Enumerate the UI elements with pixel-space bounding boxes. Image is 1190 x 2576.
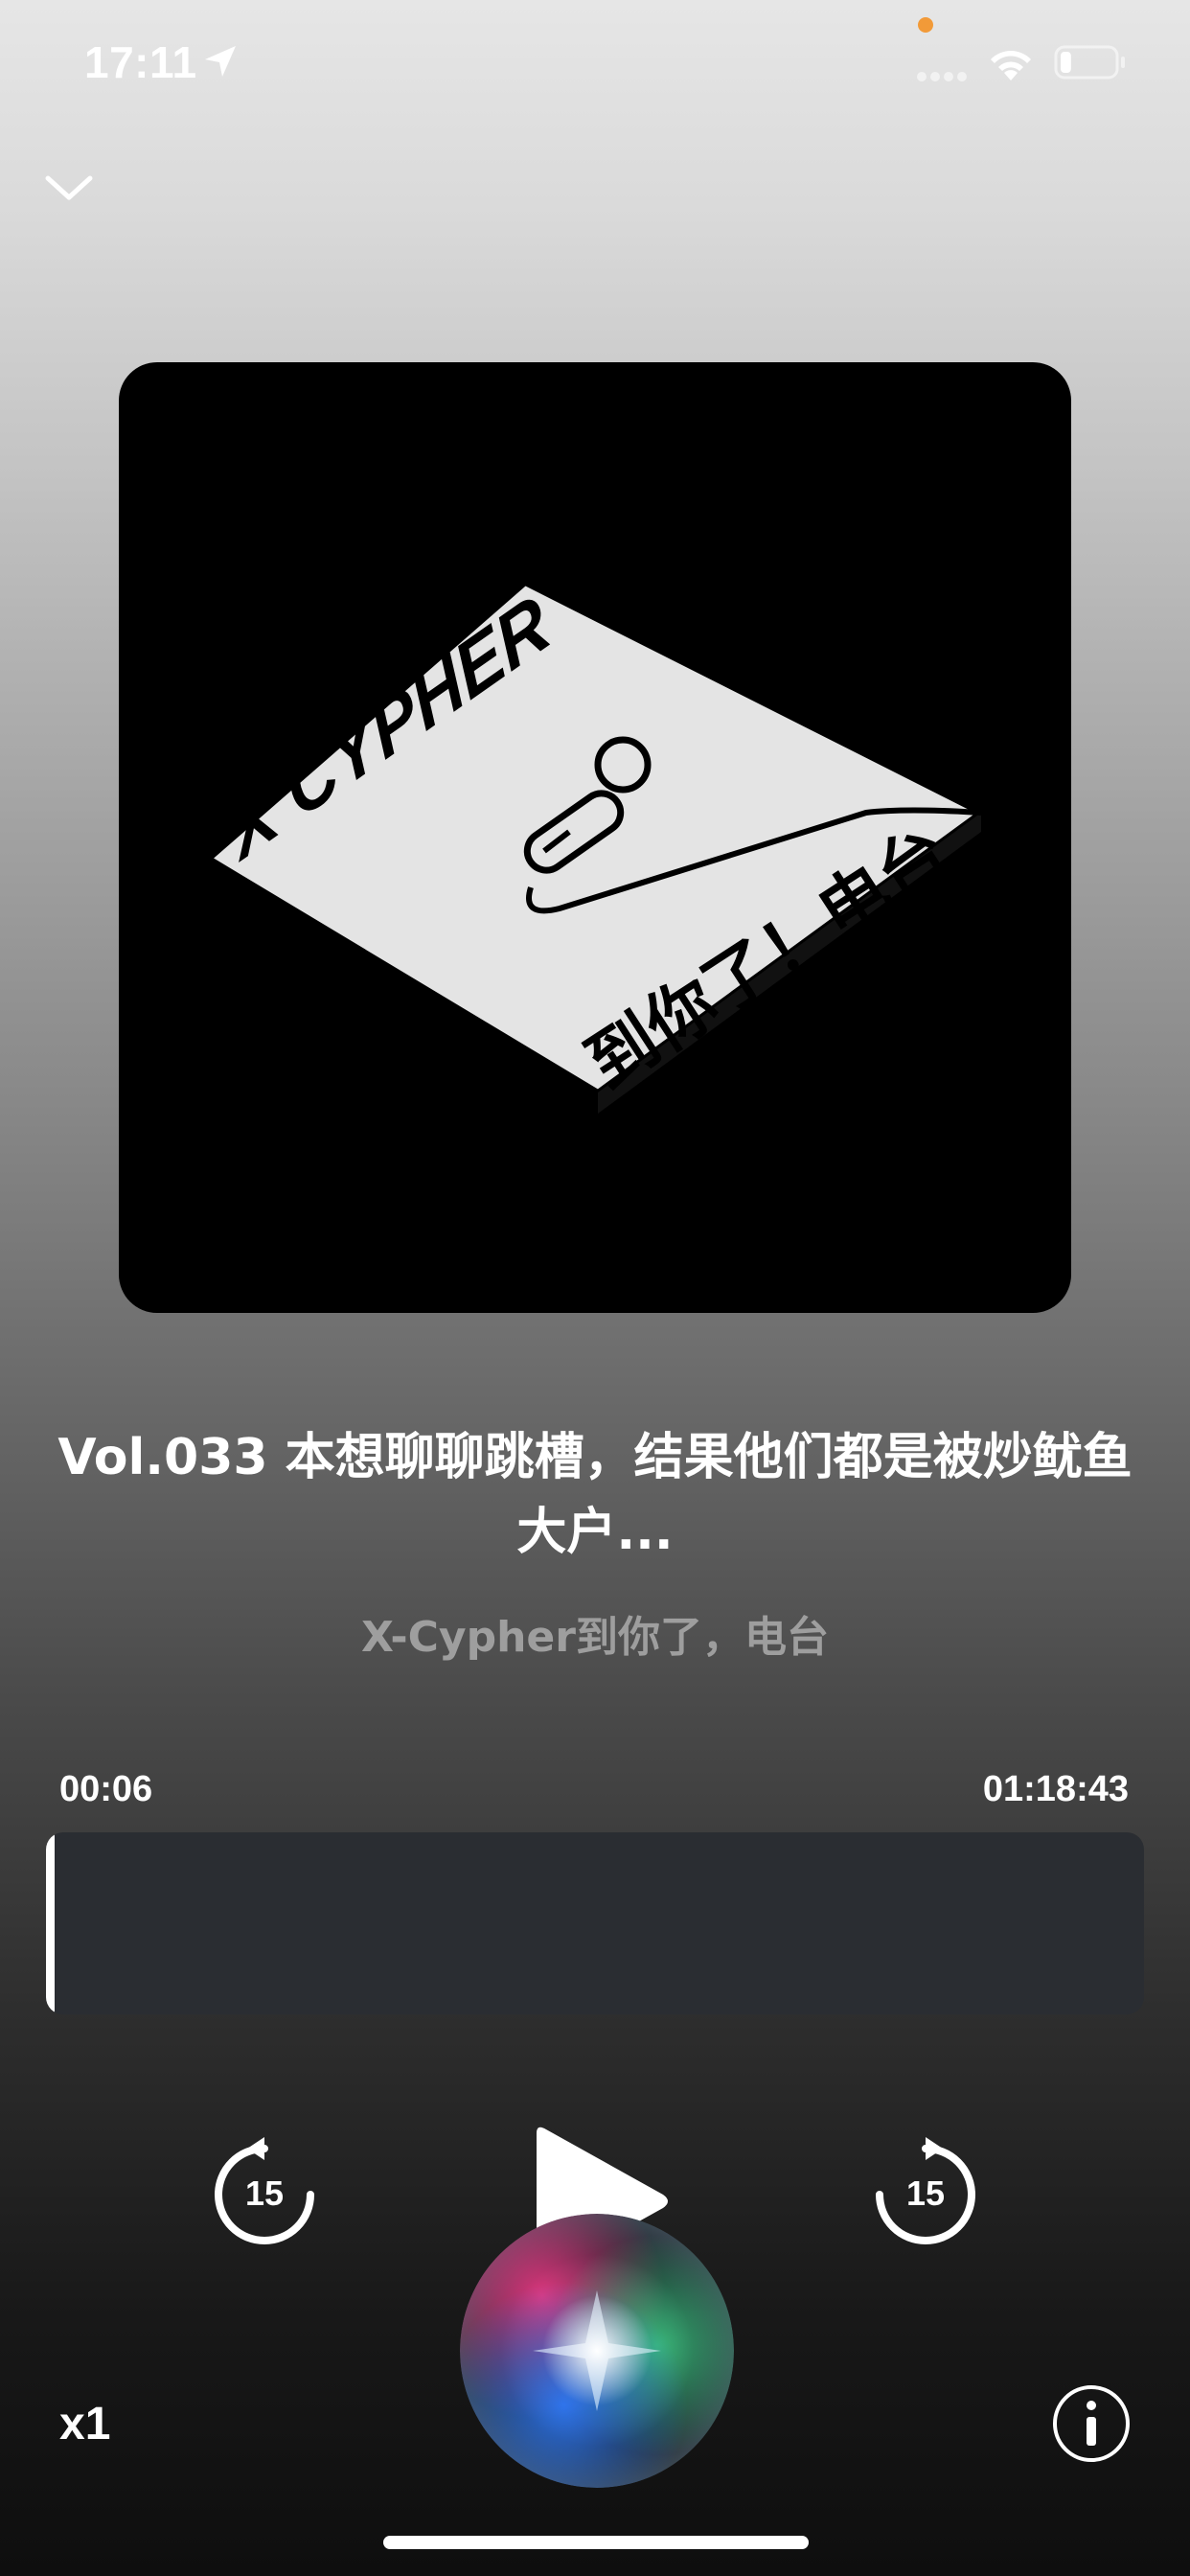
episode-title: Vol.033 本想聊聊跳槽，结果他们都是被炒鱿鱼大户... [57,1429,1133,1561]
podcast-artwork: X CYPHER 到你了！电台 [119,362,1071,1313]
elapsed-time: 00:06 [59,1769,153,1809]
siri-orb-icon[interactable] [460,2214,734,2488]
podcast-name[interactable]: X-Cypher到你了，电台 [57,1602,1133,1664]
wifi-icon [991,51,1031,80]
privacy-indicator-dot [918,17,933,33]
home-indicator[interactable] [383,2536,809,2549]
skip-back-seconds: 15 [244,2174,285,2213]
total-time: 01:18:43 [982,1769,1129,1809]
battery-icon [1054,45,1125,80]
location-arrow-icon [205,46,236,77]
cellular-signal-icon [917,72,967,81]
skip-back-button[interactable]: 15 [205,2135,324,2254]
playback-scrubber[interactable] [46,1832,1144,2014]
info-icon[interactable] [1050,2382,1133,2465]
status-time: 17:11 [84,37,197,87]
chevron-down-icon[interactable] [40,169,98,207]
scrubber-playhead[interactable] [46,1832,55,2014]
skip-forward-seconds: 15 [905,2174,946,2213]
playback-speed-button[interactable]: x1 [59,2398,110,2450]
skip-forward-button[interactable]: 15 [866,2135,985,2254]
